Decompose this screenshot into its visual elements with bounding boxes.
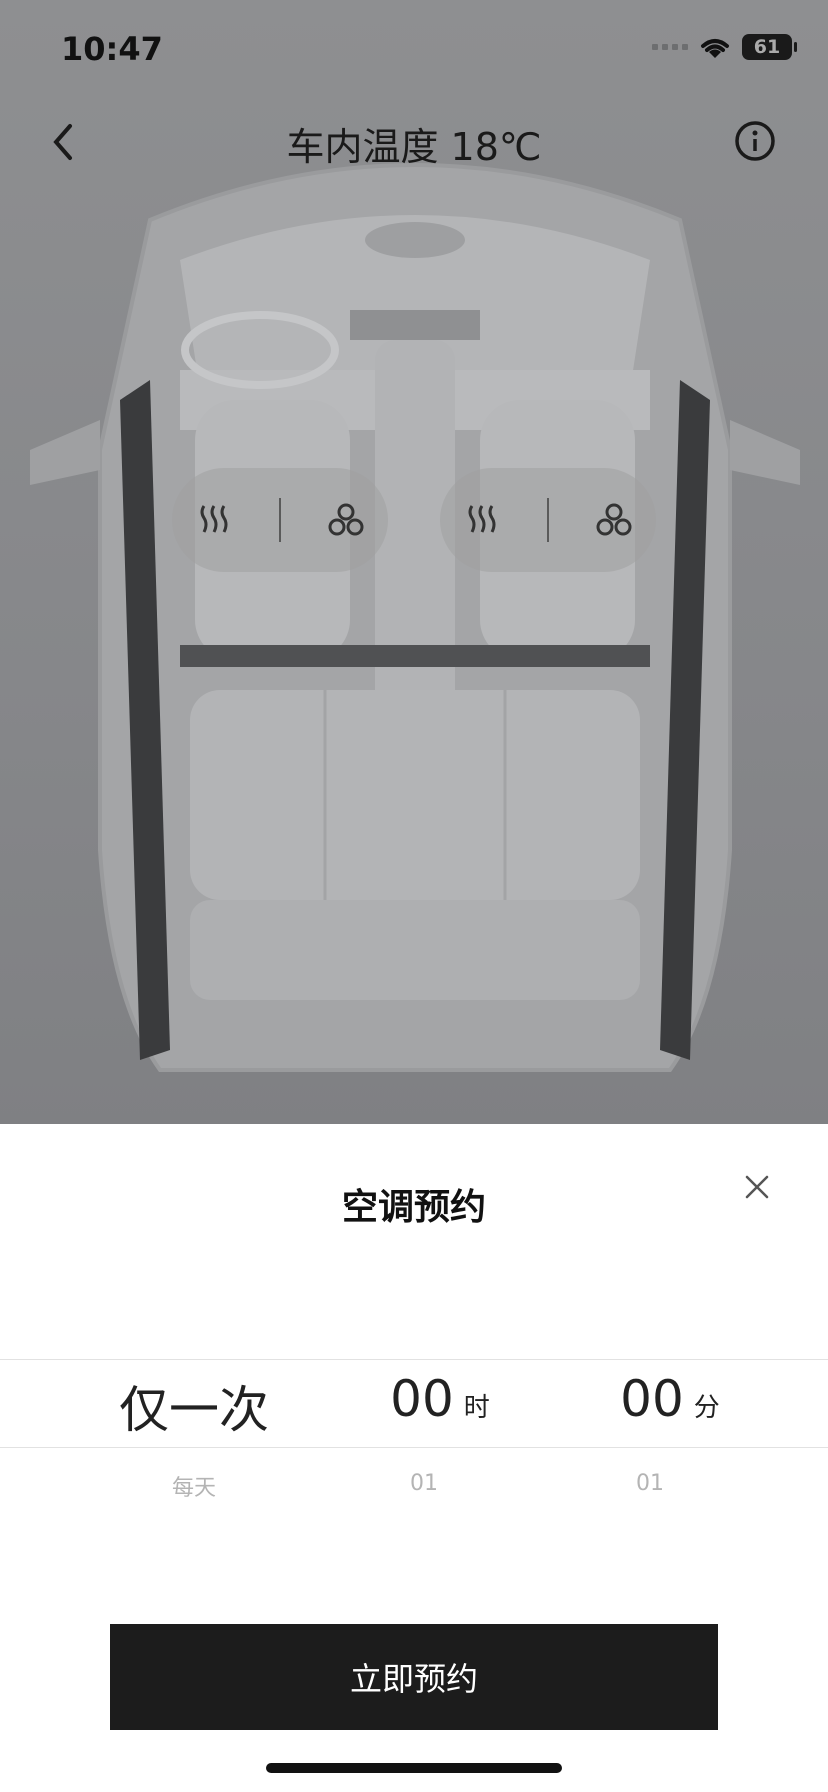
battery-icon: 61: [742, 34, 797, 60]
divider: [546, 498, 549, 542]
status-time: 10:47: [61, 30, 163, 68]
driver-seat-controls: [172, 468, 388, 572]
minute-selected: 00: [620, 1370, 684, 1428]
status-icons: 61: [652, 34, 797, 60]
passenger-seat-controls: [440, 468, 656, 572]
cellular-signal-icon: [652, 44, 688, 50]
minute-unit: 分: [693, 1393, 720, 1423]
wifi-icon: [701, 39, 729, 58]
seat-heat-icon[interactable]: [462, 500, 502, 540]
repeat-next-option[interactable]: 每天: [94, 1470, 294, 1502]
hour-unit: 时: [463, 1393, 490, 1423]
car-top-view-image: [30, 163, 800, 1072]
sheet-title: 空调预约: [341, 1187, 486, 1228]
repeat-picker[interactable]: 仅一次: [94, 1370, 294, 1442]
page-title: 车内温度 18℃: [286, 125, 542, 169]
close-icon[interactable]: [742, 1172, 772, 1202]
picker-selection-top-line: [0, 1359, 828, 1360]
repeat-selected: 仅一次: [119, 1381, 269, 1439]
seat-ventilation-icon[interactable]: [594, 500, 634, 540]
info-icon[interactable]: [734, 120, 776, 162]
seat-ventilation-icon[interactable]: [326, 500, 366, 540]
minute-next-option[interactable]: 01: [606, 1471, 694, 1496]
picker-selection-bottom-line: [0, 1447, 828, 1448]
seat-heat-icon[interactable]: [194, 500, 234, 540]
schedule-now-button[interactable]: 立即预约: [110, 1624, 718, 1730]
divider: [278, 498, 281, 542]
hour-picker[interactable]: 00 时: [360, 1370, 520, 1428]
minute-picker[interactable]: 00 分: [590, 1370, 750, 1428]
home-indicator[interactable]: [266, 1763, 562, 1773]
hour-next-option[interactable]: 01: [380, 1471, 468, 1496]
hour-selected: 00: [390, 1370, 454, 1428]
